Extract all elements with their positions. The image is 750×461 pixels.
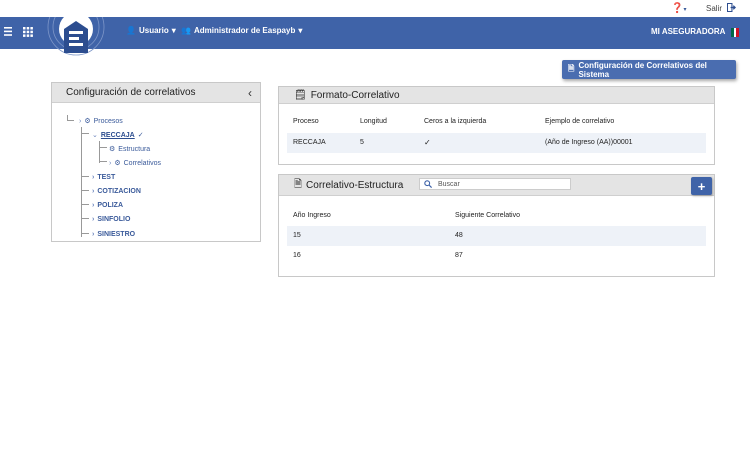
chevron-right-icon: › — [92, 174, 95, 181]
cell-longitud: 5 — [360, 139, 364, 146]
table-row[interactable] — [287, 226, 706, 246]
mexico-flag-icon — [731, 28, 740, 37]
correlativo-estructura-panel: 🗎 Correlativo-Estructura Buscar + Año In… — [278, 174, 715, 277]
main-navbar: 👤 Usuario ▾ 👥 Administrador de Easpayb ▾… — [0, 17, 750, 49]
cell-siguiente: 48 — [455, 232, 463, 239]
chevron-right-icon: › — [92, 231, 95, 238]
table-row[interactable] — [287, 246, 706, 266]
cell-siguiente: 87 — [455, 252, 463, 259]
tree-node-poliza[interactable]: › POLIZA — [92, 202, 123, 209]
cell-ejemplo: (Año de Ingreso (AA))00001 — [545, 139, 633, 146]
user-icon: 👤 — [126, 26, 136, 35]
user-menu-label: Usuario — [138, 26, 169, 35]
admin-menu[interactable]: 👥 Administrador de Easpayb ▾ — [181, 26, 302, 35]
collapse-chevron-left-icon[interactable]: ‹ — [248, 86, 252, 100]
tree-node-sinfolio[interactable]: › SINFOLIO — [92, 216, 130, 223]
document-icon: 🗎 — [568, 63, 575, 73]
admin-menu-label: Administrador de Easpayb — [193, 26, 296, 35]
logout-link[interactable]: Salir — [706, 4, 722, 13]
list-icon: 🗒 — [294, 89, 307, 101]
chevron-down-icon: ⌄ — [92, 132, 98, 139]
cogs-icon: ⚙ — [84, 118, 91, 125]
panel-title: Formato-Correlativo — [310, 89, 400, 101]
panel-header: 🗒 Formato-Correlativo — [279, 87, 714, 104]
cell-proceso: RECCAJA — [293, 139, 326, 146]
top-utility-bar: ❓▾ Salir — [0, 0, 750, 17]
correlatives-tree: › ⚙ Procesos ⌄ RECCAJA ✓ ⚙ Estructura › … — [52, 103, 260, 241]
panel-title: Correlativo-Estructura — [306, 179, 404, 191]
tree-node-procesos[interactable]: › ⚙ Procesos — [79, 117, 123, 126]
tree-node-cotizacion[interactable]: › COTIZACION — [92, 188, 141, 195]
col-header-ejemplo: Ejemplo de correlativo — [545, 118, 615, 125]
col-header-siguiente: Siguiente Correlativo — [455, 212, 520, 219]
search-input[interactable]: Buscar — [419, 178, 571, 190]
document-icon: 🗎 — [294, 178, 303, 190]
panel-header: 🗎 Correlativo-Estructura Buscar + — [279, 175, 714, 196]
col-header-proceso: Proceso — [293, 118, 319, 125]
chevron-right-icon: › — [109, 159, 112, 167]
apps-grid-icon[interactable] — [23, 27, 33, 37]
tree-node-siniestro[interactable]: › SINIESTRO — [92, 231, 135, 238]
chevron-right-icon: › — [79, 117, 82, 125]
cell-anio: 15 — [293, 232, 301, 239]
col-header-ceros: Ceros a la izquierda — [424, 118, 487, 125]
company-name: MI ASEGURADORA — [651, 27, 726, 36]
chevron-right-icon: › — [92, 188, 95, 195]
col-header-longitud: Longitud — [360, 118, 387, 125]
tree-node-correlativos[interactable]: › ⚙ Correlativos — [109, 159, 161, 168]
cell-anio: 16 — [293, 252, 301, 259]
check-icon: ✓ — [137, 132, 144, 139]
cell-ceros-check: ✓ — [424, 138, 431, 147]
add-button[interactable]: + — [691, 177, 712, 195]
users-group-icon: 👥 — [181, 26, 191, 35]
cogs-icon: ⚙ — [114, 160, 121, 167]
app-logo — [47, 17, 105, 56]
table-row[interactable] — [287, 133, 706, 153]
chevron-right-icon: › — [92, 202, 95, 209]
col-header-anio: Año Ingreso — [293, 212, 331, 219]
chevron-down-icon: ▾ — [298, 26, 303, 35]
search-placeholder: Buscar — [438, 180, 460, 188]
help-menu-icon[interactable]: ❓▾ — [671, 3, 686, 14]
tree-node-test[interactable]: › TEST — [92, 174, 115, 181]
system-correlatives-config-button[interactable]: 🗎 Configuración de Correlativos del Sist… — [562, 60, 736, 79]
logout-icon[interactable] — [727, 3, 736, 12]
system-correlatives-config-label: Configuración de Correlativos del Sistem… — [578, 60, 707, 79]
tree-node-reccaja[interactable]: ⌄ RECCAJA ✓ — [92, 131, 144, 140]
cogs-icon: ⚙ — [109, 146, 116, 153]
chevron-right-icon: › — [92, 216, 95, 223]
panel-header: Configuración de correlativos ‹ — [52, 83, 260, 103]
search-icon — [424, 180, 432, 188]
user-menu[interactable]: 👤 Usuario ▾ — [126, 26, 176, 35]
hamburger-menu-icon[interactable] — [4, 27, 12, 36]
formato-correlativo-panel: 🗒 Formato-Correlativo Proceso Longitud C… — [278, 86, 715, 165]
tree-node-estructura[interactable]: ⚙ Estructura — [109, 145, 150, 154]
correlatives-config-panel: Configuración de correlativos ‹ › ⚙ Proc… — [51, 82, 261, 242]
panel-title: Configuración de correlativos — [66, 87, 196, 98]
chevron-down-icon: ▾ — [171, 26, 176, 35]
